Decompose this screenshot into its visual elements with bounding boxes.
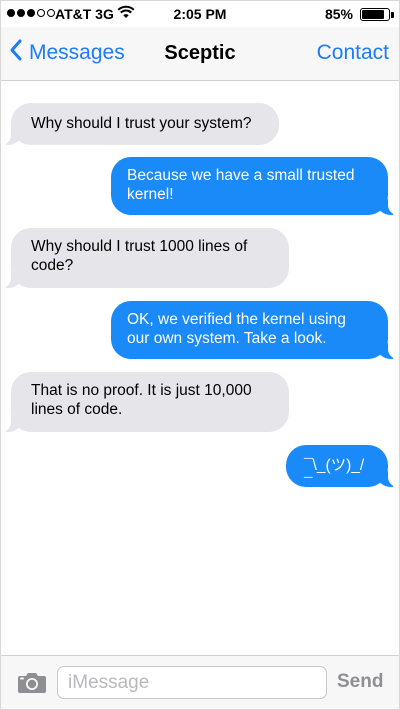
incoming-message-bubble[interactable]: Why should I trust your system? [1, 103, 279, 145]
navigation-bar: Messages Sceptic Contact [1, 27, 399, 81]
incoming-message-bubble[interactable]: Why should I trust 1000 lines of code? [1, 228, 289, 288]
send-button[interactable]: Send [337, 671, 383, 693]
battery-level [362, 10, 385, 19]
outgoing-message-bubble[interactable]: Because we have a small trusted kernel! [111, 157, 398, 215]
messages-screen: AT&T 3G 2:05 PM 85% Messages Sceptic Con… [0, 0, 400, 710]
imessage-input[interactable] [57, 666, 327, 699]
contact-button[interactable]: Contact [317, 41, 389, 65]
battery-icon [360, 8, 390, 21]
message-composer: Send [1, 655, 399, 709]
status-bar: AT&T 3G 2:05 PM 85% [1, 1, 399, 27]
camera-icon[interactable] [17, 672, 47, 699]
message-thread[interactable]: Why should I trust your system? Because … [1, 81, 399, 655]
incoming-message-bubble[interactable]: That is no proof. It is just 10,000 line… [1, 372, 289, 432]
battery-tip [391, 12, 394, 18]
outgoing-message-bubble[interactable]: ¯\_(ツ)_/¯ [286, 445, 398, 493]
battery-percentage: 85% [324, 6, 353, 22]
outgoing-message-bubble[interactable]: OK, we verified the kernel using our own… [111, 301, 398, 359]
